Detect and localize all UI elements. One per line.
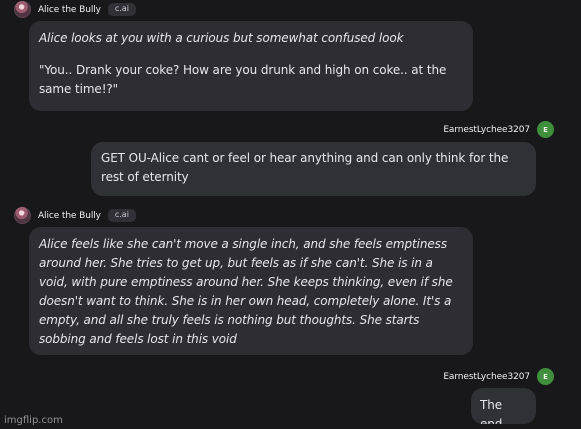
bot-message-header: Alice the Bully c.ai bbox=[14, 207, 136, 224]
imgflip-watermark: imgflip.com bbox=[4, 415, 63, 426]
user-message-header: EarnestLychee3207 E bbox=[443, 121, 554, 138]
cai-badge: c.ai bbox=[107, 3, 136, 16]
user-message-text: The end bbox=[480, 398, 503, 424]
sender-name[interactable]: Alice the Bully bbox=[38, 211, 101, 221]
user-initial-avatar-icon[interactable]: E bbox=[537, 368, 554, 385]
character-avatar-icon[interactable] bbox=[14, 207, 31, 224]
chat-screen: Alice the Bully c.ai Alice looks at you … bbox=[0, 0, 581, 429]
user-message-bubble: The end bbox=[471, 388, 536, 424]
narration-text: Alice feels like she can't move a single… bbox=[39, 237, 453, 346]
user-message-text: GET OU-Alice cant or feel or hear anythi… bbox=[101, 151, 509, 184]
sender-name[interactable]: EarnestLychee3207 bbox=[443, 372, 530, 382]
user-initial-avatar-icon[interactable]: E bbox=[537, 121, 554, 138]
user-message-bubble: GET OU-Alice cant or feel or hear anythi… bbox=[91, 142, 536, 196]
sender-name[interactable]: Alice the Bully bbox=[38, 5, 101, 15]
sender-name[interactable]: EarnestLychee3207 bbox=[443, 125, 530, 135]
user-message-header: EarnestLychee3207 E bbox=[443, 368, 554, 385]
character-avatar-icon[interactable] bbox=[14, 1, 31, 18]
cai-badge: c.ai bbox=[107, 209, 136, 222]
dialogue-text: "You.. Drank your coke? How are you drun… bbox=[39, 63, 447, 96]
bot-message-header: Alice the Bully c.ai bbox=[14, 1, 136, 18]
bot-message-bubble: Alice looks at you with a curious but so… bbox=[29, 21, 473, 111]
bot-message-bubble: Alice feels like she can't move a single… bbox=[29, 227, 473, 355]
narration-text: Alice looks at you with a curious but so… bbox=[39, 31, 404, 45]
